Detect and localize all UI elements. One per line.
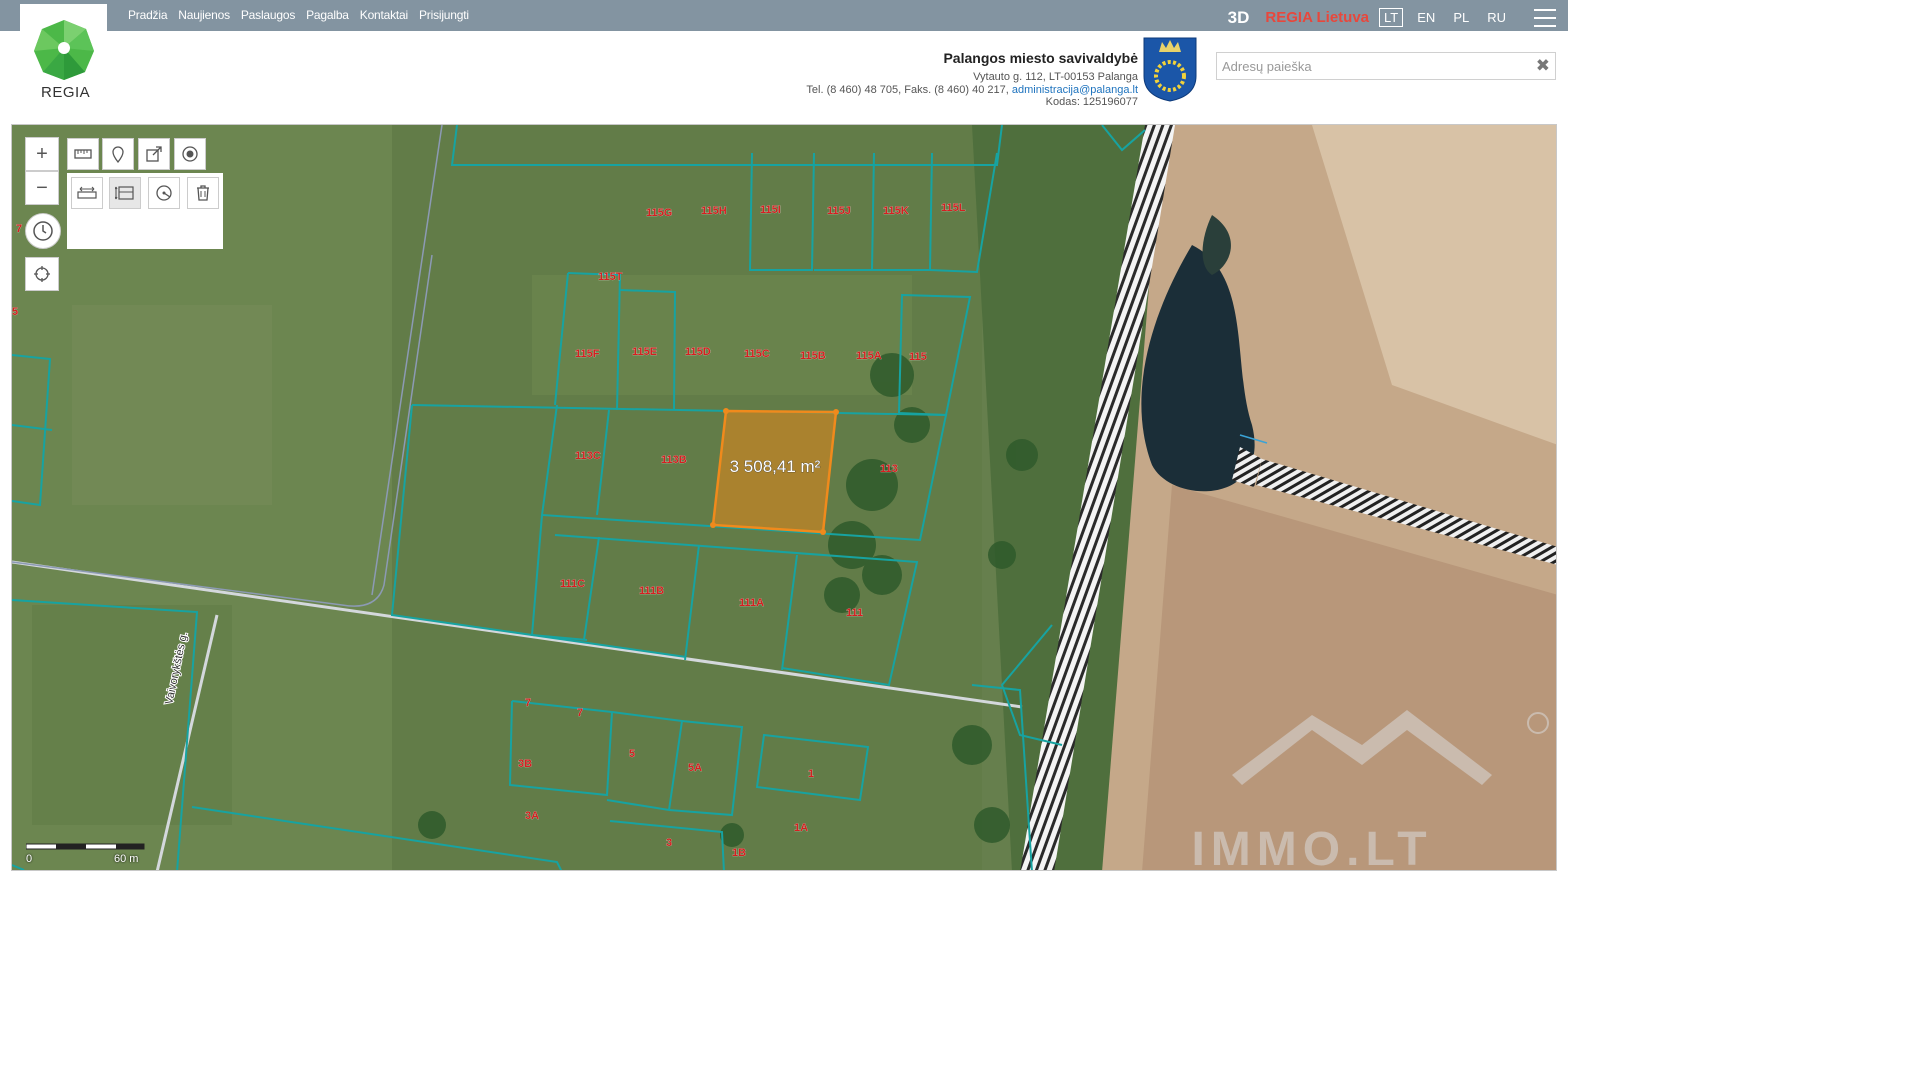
lang-en[interactable]: EN bbox=[1413, 9, 1439, 26]
municipality-contacts: Tel. (8 460) 48 705, Faks. (8 460) 40 21… bbox=[806, 84, 1138, 97]
nav-prisijungti[interactable]: Prisijungti bbox=[419, 8, 469, 22]
lang-pl[interactable]: PL bbox=[1449, 9, 1473, 26]
measure-area-icon[interactable] bbox=[109, 177, 141, 209]
parcel-label: 115H bbox=[701, 205, 727, 217]
parcel-label: 113B bbox=[661, 454, 687, 466]
parcel-label: 7 bbox=[16, 223, 22, 235]
ruler-icon[interactable] bbox=[67, 138, 99, 170]
parcel-label: 115E bbox=[632, 346, 657, 358]
parcel-label: 111B bbox=[639, 585, 664, 597]
parcel-label: 3B bbox=[518, 758, 532, 770]
minus-icon[interactable]: − bbox=[25, 171, 59, 205]
scale-end-label: 60 m bbox=[114, 853, 139, 865]
top-bar: Pradžia Naujienos Paslaugos Pagalba Kont… bbox=[0, 0, 1568, 31]
nav-pradzia[interactable]: Pradžia bbox=[128, 8, 167, 22]
measure-circle-icon[interactable] bbox=[148, 177, 180, 209]
search-input[interactable] bbox=[1217, 53, 1527, 79]
top-right-controls: 3D REGIA Lietuva LT EN PL RU bbox=[1228, 4, 1568, 31]
nav-kontaktai[interactable]: Kontaktai bbox=[360, 8, 408, 22]
marker-icon[interactable] bbox=[102, 138, 134, 170]
parcel-label: 113 bbox=[880, 463, 898, 475]
nav-paslaugos[interactable]: Paslaugos bbox=[241, 8, 295, 22]
regia-lietuva-link[interactable]: REGIA Lietuva bbox=[1265, 9, 1369, 26]
close-icon[interactable]: ✖ bbox=[1536, 56, 1550, 76]
parcel-label: 1A bbox=[794, 822, 808, 834]
parcel-label: 113C bbox=[575, 450, 601, 462]
parcel-label: 111 bbox=[846, 607, 863, 619]
parcel-label: 115L bbox=[941, 202, 966, 214]
record-icon[interactable] bbox=[174, 138, 206, 170]
parcel-label: 115I bbox=[760, 204, 781, 216]
crosshair-icon[interactable] bbox=[25, 257, 59, 291]
parcel-label: 115D bbox=[685, 346, 711, 358]
clock-icon[interactable] bbox=[25, 213, 61, 249]
measured-area-label: 3 508,41 m² bbox=[730, 457, 821, 476]
parcel-label: 3 bbox=[666, 837, 672, 849]
map-view[interactable]: 3 508,41 m² 115G 115H 115I 115J 115K 115… bbox=[11, 124, 1557, 871]
map-canvas[interactable]: 3 508,41 m² 115G 115H 115I 115J 115K 115… bbox=[12, 125, 1557, 871]
parcel-label: 7 bbox=[525, 697, 531, 709]
3d-button[interactable]: 3D bbox=[1228, 8, 1250, 28]
parcel-label: 7 bbox=[577, 707, 583, 719]
parcel-label: 115T bbox=[598, 271, 623, 283]
municipality-code: Kodas: 125196077 bbox=[1045, 96, 1138, 108]
logo-text: REGIA bbox=[41, 84, 91, 101]
parcel-label: 115J bbox=[827, 205, 851, 217]
palanga-crest-icon bbox=[1143, 37, 1197, 102]
plus-icon[interactable]: + bbox=[25, 137, 59, 171]
parcel-label: 5A bbox=[688, 762, 702, 774]
municipality-email-link[interactable]: administracija@palanga.lt bbox=[1012, 84, 1138, 96]
lang-ru[interactable]: RU bbox=[1483, 9, 1510, 26]
nav-pagalba[interactable]: Pagalba bbox=[306, 8, 349, 22]
municipality-phones: Tel. (8 460) 48 705, Faks. (8 460) 40 21… bbox=[806, 83, 1009, 96]
parcel-label: 115 bbox=[909, 351, 927, 363]
municipality-info: Palangos miesto savivaldybė Vytauto g. 1… bbox=[806, 50, 1138, 109]
scale-start-label: 0 bbox=[26, 853, 33, 865]
parcel-label: 5 bbox=[629, 748, 635, 760]
municipality-address: Vytauto g. 112, LT-00153 Palanga bbox=[973, 71, 1138, 83]
parcel-label: 111C bbox=[560, 578, 585, 590]
hamburger-icon[interactable] bbox=[1534, 8, 1556, 27]
scale-bar: 0 60 m bbox=[25, 839, 146, 865]
main-nav: Pradžia Naujienos Paslaugos Pagalba Kont… bbox=[128, 8, 469, 22]
parcel-label: 115C bbox=[744, 348, 770, 360]
parcel-label: 115F bbox=[575, 348, 600, 360]
municipality-name: Palangos miesto savivaldybė bbox=[943, 50, 1138, 66]
parcel-label: 115G bbox=[646, 207, 672, 219]
parcel-label: 111A bbox=[739, 597, 764, 609]
watermark-text: IMMO.LT bbox=[1191, 823, 1432, 871]
parcel-label: 115B bbox=[800, 350, 826, 362]
parcel-label: 1 bbox=[808, 768, 814, 780]
parcel-label: 3A bbox=[525, 810, 539, 822]
parcel-label: 1B bbox=[732, 847, 746, 859]
address-search: ✖ bbox=[1216, 52, 1556, 80]
trash-icon[interactable] bbox=[187, 177, 219, 209]
measure-distance-icon[interactable] bbox=[71, 177, 103, 209]
share-icon[interactable] bbox=[138, 138, 170, 170]
parcel-label: 5 bbox=[12, 306, 18, 318]
parcel-label: 115K bbox=[883, 205, 909, 217]
lang-lt[interactable]: LT bbox=[1379, 8, 1404, 27]
parcel-label: 115A bbox=[856, 350, 882, 362]
nav-naujienos[interactable]: Naujienos bbox=[178, 8, 230, 22]
